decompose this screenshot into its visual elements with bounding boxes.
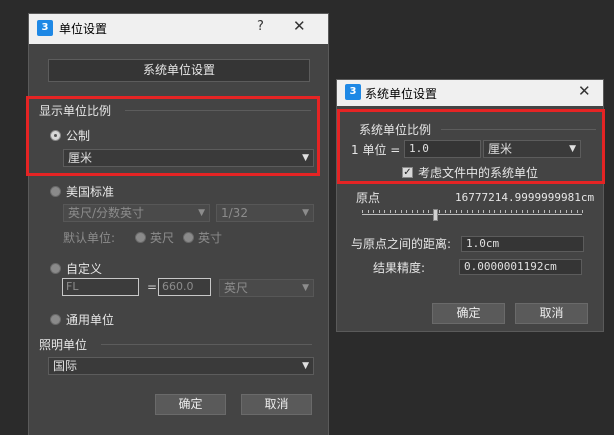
custom-radio[interactable]: [50, 263, 61, 274]
resulting-accuracy-label: 结果精度:: [373, 261, 426, 275]
lighting-units-value: 国际: [53, 359, 78, 373]
slider-ticks: [362, 208, 583, 214]
highlight-box: [26, 96, 320, 176]
slider-track: [362, 214, 582, 215]
slider-tick: [439, 210, 440, 213]
slider-tick: [510, 210, 512, 213]
us-standard-label[interactable]: 美国标准: [66, 183, 114, 200]
slider-tick: [532, 210, 534, 213]
slider-tick: [472, 210, 473, 213]
slider-tick: [411, 210, 413, 213]
resulting-accuracy-input[interactable]: 0.0000001192cm: [459, 259, 582, 275]
equals-sign: =: [147, 280, 158, 294]
inch-radio[interactable]: [183, 232, 194, 243]
ok-button[interactable]: 确定: [155, 394, 226, 415]
slider-tick: [450, 210, 451, 213]
dialog-title: 系统单位设置: [365, 87, 438, 101]
slider-tick: [521, 210, 523, 213]
slider-tick: [384, 210, 385, 213]
custom-label[interactable]: 自定义: [66, 260, 102, 277]
slider-tick: [516, 210, 517, 213]
slider-tick: [477, 210, 479, 213]
slider-tick: [395, 210, 396, 213]
slider-tick: [565, 210, 567, 213]
origin-label: 原点: [356, 191, 381, 205]
custom-unit-select[interactable]: 英尺 ▼: [219, 279, 314, 297]
lighting-units-title: 照明单位: [39, 338, 88, 352]
distance-from-origin-label: 与原点之间的距离:: [351, 237, 452, 251]
3dsmax-app-icon: 3: [345, 84, 361, 100]
unit-setup-dialog: 3 单位设置 ? ✕ 系统单位设置 显示单位比例 公制 厘米 ▼ 美国标准 英尺…: [28, 13, 329, 435]
us-unit-value: 英尺/分数英寸: [68, 206, 145, 220]
slider-tick: [543, 210, 545, 213]
slider-tick: [373, 210, 374, 213]
slider-tick: [444, 210, 446, 213]
feet-label[interactable]: 英尺: [150, 229, 174, 246]
chevron-down-icon: ▼: [302, 283, 309, 293]
slider-tick: [362, 210, 363, 213]
slider-tick: [527, 210, 528, 213]
slider-tick: [554, 210, 556, 213]
us-standard-radio[interactable]: [50, 186, 61, 197]
slider-tick: [499, 210, 501, 213]
slider-tick: [576, 210, 578, 213]
slider-tick: [389, 210, 391, 213]
custom-unit-value: 英尺: [224, 281, 249, 295]
slider-tick: [494, 210, 495, 213]
close-icon[interactable]: ✕: [578, 82, 591, 100]
system-unit-titlebar[interactable]: 3 系统单位设置 ✕: [337, 80, 603, 106]
custom-value-input[interactable]: 660.0: [158, 278, 211, 296]
close-icon[interactable]: ✕: [293, 17, 306, 35]
slider-tick: [538, 210, 539, 213]
slider-tick: [400, 210, 402, 213]
generic-label[interactable]: 通用单位: [66, 311, 114, 328]
slider-tick: [549, 210, 550, 213]
slider-tick: [422, 210, 424, 213]
slider-tick: [378, 210, 380, 213]
slider-tick: [406, 210, 407, 213]
slider-tick: [367, 210, 369, 213]
slider-tick: [505, 210, 506, 213]
ok-button[interactable]: 确定: [432, 303, 505, 324]
slider-tick: [483, 210, 484, 213]
distance-from-origin-input[interactable]: 1.0cm: [461, 236, 584, 252]
origin-value: 16777214.9999999981cm: [455, 191, 595, 204]
3dsmax-app-icon: 3: [37, 20, 53, 36]
slider-tick: [455, 210, 457, 213]
slider-tick: [417, 210, 418, 213]
generic-radio[interactable]: [50, 314, 61, 325]
slider-tick: [466, 210, 468, 213]
cancel-button[interactable]: 取消: [515, 303, 588, 324]
us-fraction-value: 1/32: [221, 206, 248, 220]
default-unit-label: 默认单位:: [63, 231, 116, 245]
inch-label[interactable]: 英寸: [198, 229, 222, 246]
chevron-down-icon: ▼: [302, 208, 309, 218]
highlight-box: [337, 109, 605, 184]
dialog-title: 单位设置: [59, 22, 108, 36]
slider-tick: [428, 210, 429, 213]
slider-tick: [488, 210, 490, 213]
us-fraction-select[interactable]: 1/32 ▼: [216, 204, 314, 222]
chevron-down-icon: ▼: [302, 361, 309, 371]
us-unit-select[interactable]: 英尺/分数英寸 ▼: [63, 204, 210, 222]
system-unit-setup-button[interactable]: 系统单位设置: [48, 59, 310, 82]
slider-tick: [571, 210, 572, 213]
unit-setup-titlebar[interactable]: 3 单位设置 ? ✕: [29, 14, 328, 44]
help-icon[interactable]: ?: [257, 19, 264, 34]
slider-tick: [560, 210, 561, 213]
chevron-down-icon: ▼: [198, 208, 205, 218]
custom-name-input[interactable]: FL: [62, 278, 139, 296]
feet-radio[interactable]: [135, 232, 146, 243]
origin-slider[interactable]: [362, 208, 583, 222]
slider-thumb[interactable]: [432, 209, 438, 221]
cancel-button[interactable]: 取消: [241, 394, 312, 415]
group-divider: [101, 344, 312, 345]
lighting-units-select[interactable]: 国际 ▼: [48, 357, 314, 375]
slider-tick: [461, 210, 462, 213]
slider-tick: [582, 210, 583, 213]
